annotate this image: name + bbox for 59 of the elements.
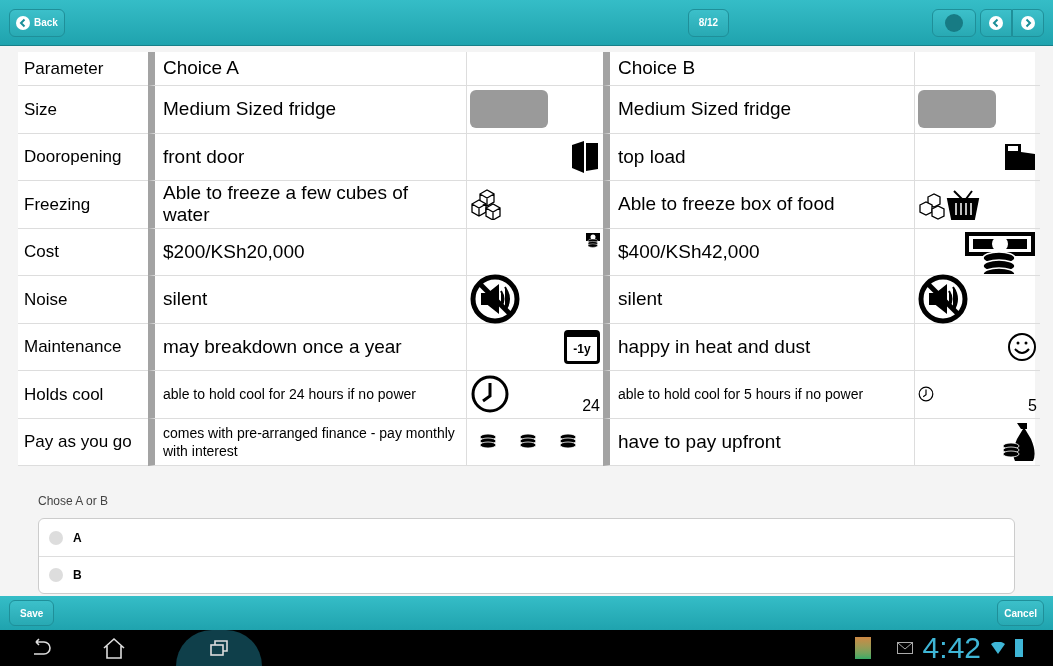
home-icon[interactable] (102, 637, 126, 659)
table-cell: top load (603, 133, 915, 181)
clock-time: 4:42 (922, 633, 981, 663)
clock-icon (918, 386, 934, 403)
chevron-left-icon (989, 15, 1003, 30)
table-cell: have to pay upfront (603, 418, 915, 466)
wifi-icon (991, 642, 1005, 654)
door-icon (570, 140, 600, 173)
table-cell: Freezing (18, 181, 148, 229)
table-cell: silent (603, 276, 915, 324)
back-button[interactable]: Back (9, 8, 65, 37)
table-cell: Maintenance (18, 323, 148, 371)
table-cell: silent (148, 276, 467, 324)
table-cell: Noise (18, 276, 148, 324)
icon-caption: 5 (1028, 396, 1037, 414)
table-cell: front door (148, 133, 467, 181)
column-header: Parameter (18, 52, 148, 86)
clock-icon (470, 374, 510, 415)
table-cell: happy in heat and dust (603, 323, 915, 371)
radio-option[interactable]: B (39, 556, 1014, 593)
record-button[interactable] (932, 8, 976, 37)
column-header: Choice B (603, 52, 915, 86)
table-cell: Size (18, 86, 148, 134)
table-cell: comes with pre-arranged finance - pay monthly with interest (148, 418, 467, 466)
table-cell: $400/KSh42,000 (603, 228, 915, 276)
chevron-right-icon (1021, 15, 1035, 30)
icon-caption: 24 (582, 396, 600, 414)
table-cell: Holds cool (18, 371, 148, 419)
column-header: Choice A (148, 52, 467, 86)
radio-option[interactable]: A (39, 519, 1014, 556)
cash-and-coins-icon (586, 232, 600, 249)
table-cell: Cost (18, 228, 148, 276)
table-cell: Able to freeze a few cubes of water (148, 181, 467, 229)
radio-button[interactable] (49, 568, 63, 582)
table-cell: may breakdown once a year (148, 323, 467, 371)
calendar-icon: -1y (564, 329, 600, 364)
table-cell: $200/KSh20,000 (148, 228, 467, 276)
mute-icon (918, 274, 968, 325)
table-cell: able to hold cool for 24 hours if no power (148, 371, 467, 419)
mail-icon (896, 642, 913, 654)
battery-icon (1015, 639, 1023, 657)
cancel-button[interactable]: Cancel (997, 600, 1044, 626)
table-cell: able to hold cool for 5 hours if no power (603, 371, 915, 419)
previous-button[interactable] (980, 8, 1012, 37)
ice-and-basket-icon (918, 187, 980, 222)
option-label: B (73, 567, 82, 584)
app-notification-icon (854, 637, 871, 659)
radio-button[interactable] (49, 530, 63, 545)
table-cell: Pay as you go (18, 418, 148, 466)
table-cell: Dooropening (18, 133, 148, 181)
recent-apps-icon[interactable] (209, 639, 229, 657)
question-label: Chose A or B (38, 493, 110, 510)
save-button[interactable]: Save (9, 600, 55, 626)
chevron-left-icon (16, 15, 30, 30)
mute-icon (470, 274, 520, 325)
option-label: A (73, 529, 82, 547)
next-button[interactable] (1012, 8, 1044, 37)
page-counter: 8/12 (687, 8, 730, 37)
table-cell: Able to freeze box of food (603, 181, 915, 229)
